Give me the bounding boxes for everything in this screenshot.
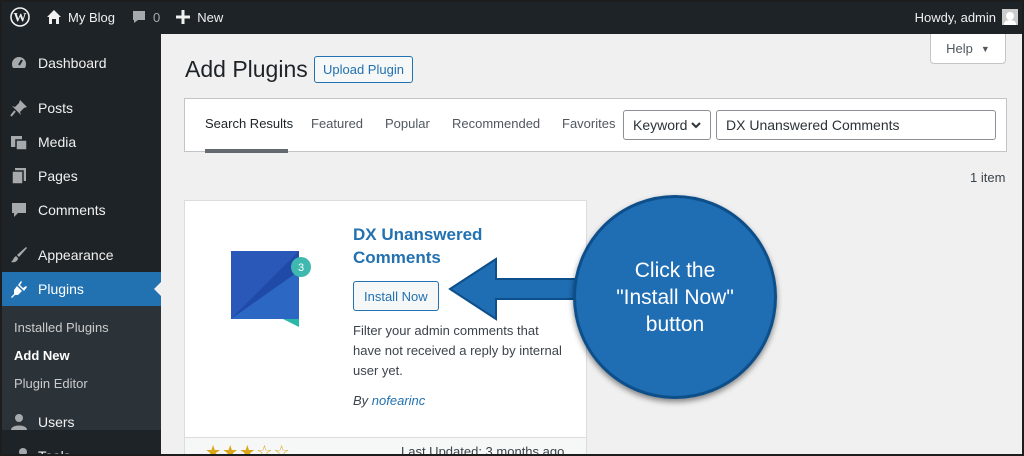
users-icon — [9, 412, 29, 432]
callout-bubble: Click the "Install Now" button — [573, 195, 777, 399]
callout-line1: Click the — [634, 258, 716, 282]
sidebar-item-tools[interactable]: Tools — [0, 439, 161, 456]
greeting: Howdy, admin — [914, 9, 996, 25]
submenu-item-add-new[interactable]: Add New — [14, 348, 70, 363]
account-menu[interactable]: Howdy, admin — [907, 0, 1024, 34]
admin-sidebar: Dashboard Posts Media Pages Comments App… — [0, 34, 162, 456]
star-rating: ★★★☆☆ — [205, 442, 291, 456]
plugin-card-footer: ★★★☆☆ Last Updated: 3 months ago — [185, 437, 586, 456]
comments-link[interactable]: 0 — [123, 0, 168, 34]
new-content-link[interactable]: New — [168, 0, 231, 34]
media-icon — [9, 132, 29, 152]
active-tab-indicator — [205, 149, 288, 153]
sidebar-item-posts[interactable]: Posts — [0, 91, 161, 125]
pin-icon — [9, 98, 29, 118]
comments-count: 0 — [152, 9, 161, 25]
tab-recommended[interactable]: Recommended — [452, 116, 540, 131]
new-label: New — [197, 9, 224, 25]
author-link[interactable]: nofearinc — [372, 393, 425, 408]
submenu-item-installed-plugins[interactable]: Installed Plugins — [14, 320, 109, 335]
sidebar-item-label: Media — [38, 134, 77, 150]
callout-line3: button — [645, 312, 705, 336]
sidebar-item-label: Appearance — [38, 247, 114, 263]
tab-favorites[interactable]: Favorites — [562, 116, 615, 131]
sidebar-item-label: Tools — [38, 448, 71, 456]
help-label: Help — [946, 41, 973, 56]
sidebar-item-media[interactable]: Media — [0, 125, 161, 159]
page-title: Add Plugins — [185, 56, 308, 82]
sidebar-item-label: Dashboard — [38, 55, 107, 71]
site-name-link[interactable]: My Blog — [38, 0, 123, 34]
plus-icon — [176, 10, 191, 24]
sidebar-item-plugins[interactable]: Plugins — [0, 272, 162, 306]
search-type-value: Keyword — [633, 117, 688, 133]
plugin-author: By nofearinc — [353, 393, 425, 408]
plug-icon — [9, 279, 29, 299]
dashboard-icon — [9, 53, 29, 73]
sidebar-item-dashboard[interactable]: Dashboard — [0, 46, 161, 80]
pages-icon — [9, 166, 29, 186]
left-arrow-icon — [448, 257, 587, 321]
sidebar-item-label: Users — [38, 414, 75, 430]
plugin-badge-count: 3 — [298, 262, 304, 274]
brush-icon — [9, 245, 29, 265]
tools-icon — [9, 446, 29, 456]
callout-line2: "Install Now" — [616, 285, 734, 309]
search-type-select[interactable]: Keyword — [623, 110, 711, 140]
tab-search-results[interactable]: Search Results — [205, 116, 293, 131]
sidebar-item-label: Posts — [38, 100, 74, 116]
plugin-logo: 3 — [231, 251, 311, 327]
sidebar-item-appearance[interactable]: Appearance — [0, 238, 161, 272]
tab-featured[interactable]: Featured — [311, 116, 363, 131]
admin-bar: W My Blog 0 New Howdy, admin — [0, 0, 1024, 34]
plugin-card: 3 DX Unanswered Comments Install Now Fil… — [184, 200, 587, 456]
install-now-button[interactable]: Install Now — [353, 281, 439, 311]
last-updated: Last Updated: 3 months ago — [401, 444, 565, 456]
author-prefix: By — [353, 393, 372, 408]
plugin-description: Filter your admin comments that have not… — [353, 323, 562, 378]
svg-text:W: W — [14, 10, 27, 25]
upload-plugin-button[interactable]: Upload Plugin — [314, 56, 413, 83]
comment-bubble-icon — [132, 11, 145, 23]
site-name: My Blog — [68, 9, 115, 25]
comment-icon — [9, 200, 29, 220]
home-icon — [47, 10, 61, 24]
plugin-filter-bar: Search Results Featured Popular Recommen… — [184, 98, 1007, 153]
tab-popular[interactable]: Popular — [385, 116, 430, 131]
plugin-search-input[interactable] — [716, 110, 996, 140]
caret-down-icon: ▼ — [980, 43, 990, 54]
submenu-item-plugin-editor[interactable]: Plugin Editor — [14, 376, 88, 391]
wordpress-logo-icon[interactable]: W — [2, 0, 38, 34]
results-count: 1 item — [970, 170, 1006, 185]
sidebar-item-label: Pages — [38, 168, 78, 184]
sidebar-item-comments[interactable]: Comments — [0, 193, 161, 227]
avatar — [1002, 9, 1018, 25]
sidebar-item-label: Comments — [38, 202, 106, 218]
help-tab[interactable]: Help ▼ — [930, 34, 1006, 64]
sidebar-item-pages[interactable]: Pages — [0, 159, 161, 193]
sidebar-item-label: Plugins — [38, 281, 84, 297]
sidebar-item-users[interactable]: Users — [0, 405, 161, 439]
plugin-name-line1: DX Unanswered — [353, 225, 483, 244]
chevron-down-icon — [691, 122, 701, 129]
